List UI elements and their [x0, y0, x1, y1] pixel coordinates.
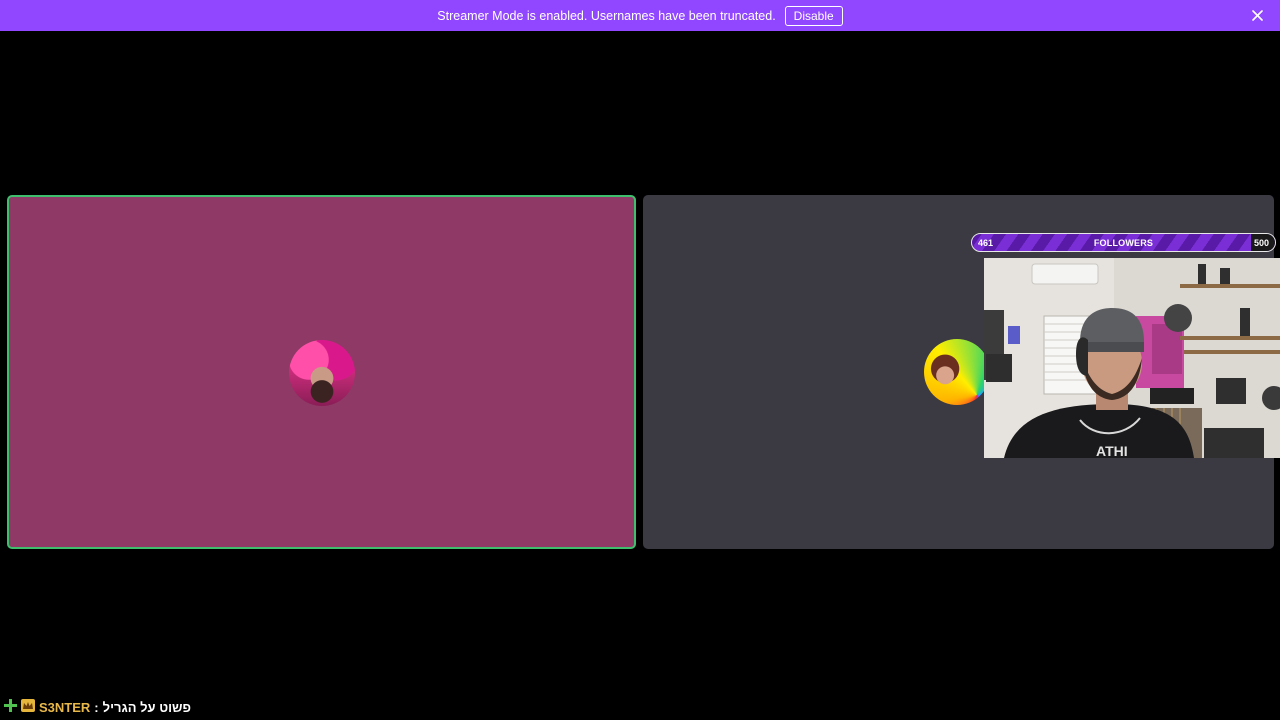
chat-message-text: פשוט על הגריל: [102, 699, 191, 715]
streamer-mode-banner: Streamer Mode is enabled. Usernames have…: [0, 0, 1280, 31]
close-icon[interactable]: [1249, 7, 1266, 24]
followers-current-count: 461: [978, 237, 994, 248]
participant-avatar: [924, 339, 990, 405]
svg-text:ATHI: ATHI: [1096, 443, 1128, 458]
crown-badge-icon: [21, 699, 35, 715]
followers-goal-bar: 461 FOLLOWERS 500: [971, 233, 1276, 252]
chat-separator: :: [94, 699, 99, 715]
followers-goal-target: 500: [1253, 237, 1269, 248]
chat-username[interactable]: S3NTER: [39, 700, 90, 715]
banner-message: Streamer Mode is enabled. Usernames have…: [437, 8, 776, 23]
plus-icon: [4, 699, 17, 715]
chat-message: S3NTER : פשוט על הגריל: [4, 698, 191, 716]
followers-goal-label: FOLLOWERS: [1093, 237, 1154, 248]
webcam-video: ATHI: [984, 258, 1280, 458]
disable-button[interactable]: Disable: [784, 5, 843, 26]
participant-avatar: [289, 340, 355, 406]
participant-tile-left[interactable]: [7, 195, 636, 549]
